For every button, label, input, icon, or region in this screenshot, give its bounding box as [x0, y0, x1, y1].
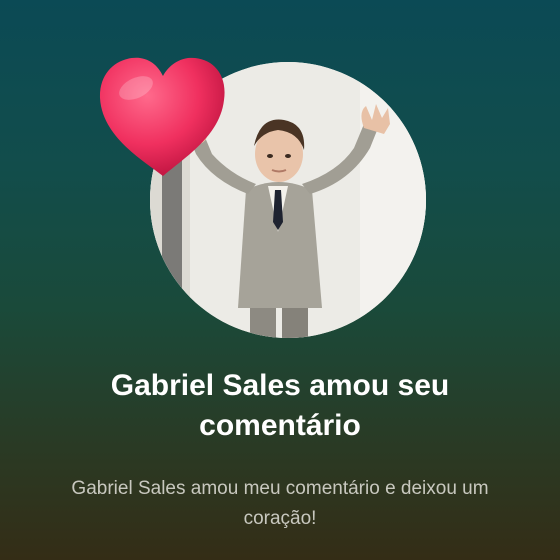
heart-icon — [99, 57, 225, 176]
notification-card: Gabriel Sales amou seu comentário Gabrie… — [0, 0, 560, 560]
notification-message: Gabriel Sales amou meu comentário e deix… — [71, 478, 489, 529]
notification-title: Gabriel Sales amou seu comentário — [110, 369, 450, 442]
